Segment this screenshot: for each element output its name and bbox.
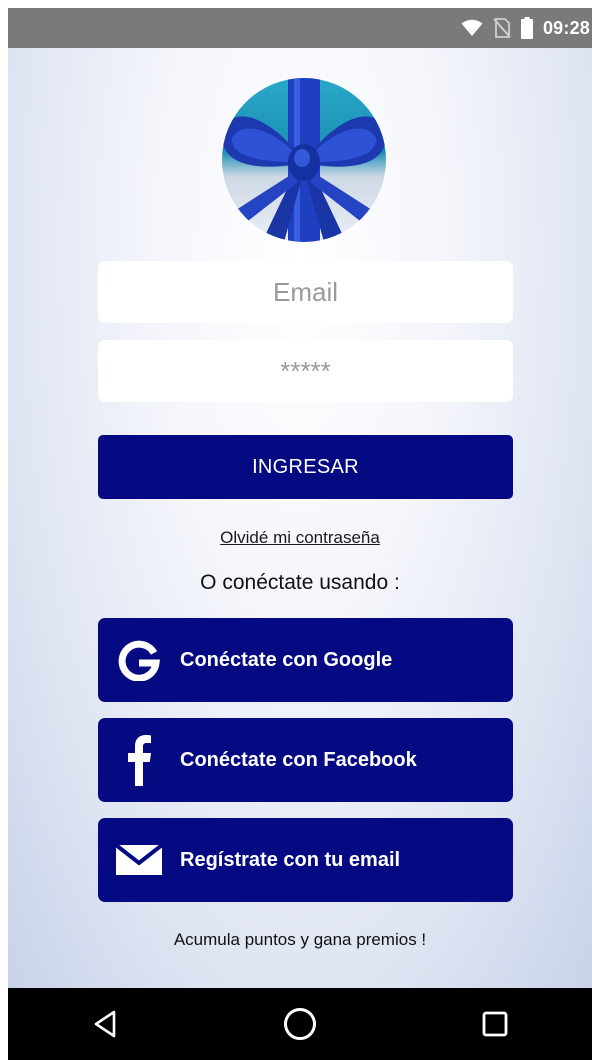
status-bar: 09:28	[8, 8, 592, 48]
google-icon	[98, 618, 180, 702]
navigation-bar	[8, 988, 592, 1060]
login-button[interactable]: INGRESAR	[98, 435, 513, 499]
status-time: 09:28	[542, 17, 590, 38]
facebook-login-label: Conéctate con Facebook	[180, 748, 417, 771]
login-screen: INGRESAR Olvidé mi contraseña O conéctat…	[8, 48, 592, 988]
home-icon[interactable]	[260, 994, 340, 1054]
email-field[interactable]	[98, 275, 513, 309]
facebook-login-button[interactable]: Conéctate con Facebook	[98, 718, 513, 802]
wifi-icon	[461, 19, 483, 37]
recents-icon[interactable]	[455, 994, 535, 1054]
google-login-label: Conéctate con Google	[180, 648, 393, 671]
back-icon[interactable]	[65, 994, 145, 1054]
gift-bow-logo	[222, 78, 386, 242]
password-field[interactable]	[98, 354, 513, 388]
email-field-container	[98, 261, 513, 323]
envelope-icon	[98, 818, 180, 902]
facebook-icon	[98, 718, 180, 802]
login-button-label: INGRESAR	[252, 455, 359, 478]
password-field-container	[98, 340, 513, 402]
forgot-password-link[interactable]: Olvidé mi contraseña	[8, 528, 592, 548]
social-login-heading: O conéctate usando :	[200, 571, 400, 594]
google-login-button[interactable]: Conéctate con Google	[98, 618, 513, 702]
email-register-label: Regístrate con tu email	[180, 848, 401, 871]
battery-icon	[520, 17, 533, 39]
no-sim-icon	[493, 18, 511, 38]
footer-tagline: Acumula puntos y gana premios !	[173, 930, 427, 949]
email-register-button[interactable]: Regístrate con tu email	[98, 818, 513, 902]
